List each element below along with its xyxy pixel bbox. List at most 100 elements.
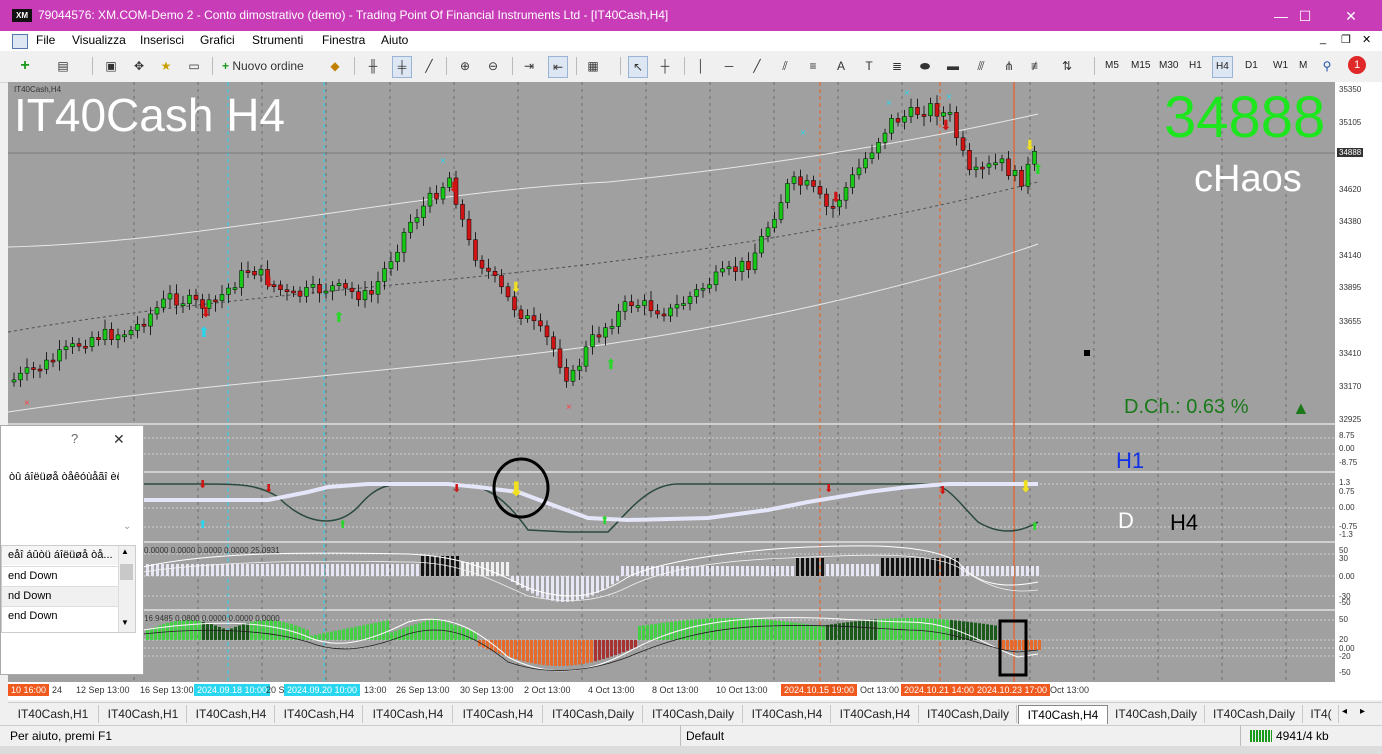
- menu-grafici[interactable]: Grafici: [200, 33, 235, 47]
- notification-badge[interactable]: 1: [1348, 56, 1366, 74]
- price-scale[interactable]: 35350 35105 34888 34620 34380 34140 3389…: [1335, 82, 1382, 682]
- list-scrollbar[interactable]: ▲ ▼: [118, 546, 135, 632]
- scroll-down-icon[interactable]: ▼: [121, 618, 129, 627]
- market-watch-icon[interactable]: ▣: [102, 56, 120, 76]
- horizontal-line-icon[interactable]: ─: [720, 56, 738, 76]
- osc1-bar: [711, 566, 714, 576]
- menu-aiuto[interactable]: Aiuto: [381, 33, 408, 47]
- dialog-close-icon[interactable]: ✕: [113, 431, 125, 448]
- search-icon[interactable]: ⚲: [1318, 56, 1336, 76]
- menu-visualizza[interactable]: Visualizza: [72, 33, 126, 47]
- chart-shift-icon[interactable]: ⇤: [548, 56, 568, 78]
- arrows-icon[interactable]: ⇅: [1058, 56, 1076, 76]
- zoom-in-icon[interactable]: ⊕: [456, 56, 474, 76]
- equidistant-channel-icon[interactable]: ⫽: [776, 56, 794, 76]
- fibonacci-icon[interactable]: ≡: [804, 56, 822, 76]
- indicator-dialog[interactable]: ? ✕ òû áîëüøå òåêóùåãî èë ⌄ eåî áûòü áîë…: [0, 425, 144, 675]
- profiles-icon[interactable]: ▤: [54, 56, 72, 76]
- templates-icon[interactable]: ▦: [584, 56, 602, 76]
- vertical-line-icon[interactable]: │: [692, 56, 710, 76]
- osc1-bar: [1016, 566, 1019, 576]
- fibo-expansion-icon[interactable]: ≢: [1028, 56, 1046, 76]
- pitchfork-icon[interactable]: ⋔: [1000, 56, 1018, 76]
- timeframe-d1[interactable]: D1: [1242, 56, 1261, 76]
- chart-tab[interactable]: IT40Cash,H4: [188, 705, 275, 723]
- fibo-fan-icon[interactable]: ≣: [888, 56, 906, 76]
- chart-tab[interactable]: IT40Cash,H4: [744, 705, 831, 723]
- chart-tab[interactable]: IT40Cash,Daily: [1108, 705, 1205, 723]
- scroll-down-icon[interactable]: ⌄: [123, 521, 131, 532]
- menu-finestra[interactable]: Finestra: [322, 33, 365, 47]
- tab-scroll-right-icon[interactable]: ▸: [1360, 706, 1365, 717]
- autoscroll-icon[interactable]: ⇥: [520, 56, 538, 76]
- chart-tab[interactable]: IT40Cash,Daily: [1206, 705, 1303, 723]
- chart-tab-active[interactable]: IT40Cash,H4: [1018, 705, 1108, 724]
- zoom-out-icon[interactable]: ⊖: [484, 56, 502, 76]
- trendline-icon[interactable]: ╱: [748, 56, 766, 76]
- timeframe-m30[interactable]: M30: [1156, 56, 1181, 76]
- new-chart-icon[interactable]: +: [16, 56, 34, 76]
- candle-body: [336, 283, 342, 286]
- chart-tab[interactable]: IT40Cash,H4: [454, 705, 543, 723]
- timeframe-h4[interactable]: H4: [1212, 56, 1233, 78]
- osc2-bar: [266, 620, 269, 640]
- chart-area[interactable]: ⬆ ⬇ ⬇ ⬆ ⬇ ⬇ ⬆ ⬇ ⬇ ⬇ ⬆ × × × × × × × ⬇ ⬇ …: [8, 82, 1335, 682]
- bar-chart-icon[interactable]: ╫: [364, 56, 382, 76]
- time-scale[interactable]: 10 16:00 24 12 Sep 13:00 16 Sep 13:00 20…: [8, 682, 1382, 700]
- ellipse-icon[interactable]: ⬬: [916, 56, 934, 76]
- timeframe-h1[interactable]: H1: [1186, 56, 1205, 76]
- chart-tab[interactable]: IT40Cash,Daily: [544, 705, 643, 723]
- document-icon[interactable]: [12, 34, 28, 49]
- navigator-icon[interactable]: ✥: [130, 56, 148, 76]
- candle-body: [902, 116, 907, 123]
- maximize-button[interactable]: ☐: [1290, 6, 1320, 26]
- timeframe-w1[interactable]: W1: [1270, 56, 1291, 76]
- h1-label: H1: [1116, 448, 1145, 473]
- help-icon[interactable]: ?: [71, 431, 78, 446]
- close-button[interactable]: ✕: [1336, 6, 1366, 26]
- candle-body: [187, 294, 192, 304]
- menu-inserisci[interactable]: Inserisci: [140, 33, 184, 47]
- osc1-bar: [846, 564, 849, 576]
- list-item[interactable]: end Down: [2, 566, 126, 586]
- osc2-bar: [766, 619, 769, 640]
- mdi-restore-icon[interactable]: ❐: [1341, 33, 1351, 46]
- line-chart-icon[interactable]: ╱: [420, 56, 438, 76]
- timeframe-m15[interactable]: M15: [1128, 56, 1153, 76]
- scroll-thumb[interactable]: [120, 564, 133, 580]
- list-item[interactable]: end Down: [2, 606, 126, 626]
- text-label-icon[interactable]: T: [860, 56, 878, 76]
- menu-strumenti[interactable]: Strumenti: [252, 33, 303, 47]
- scroll-up-icon[interactable]: ▲: [121, 547, 129, 556]
- menu-file[interactable]: File: [36, 33, 55, 47]
- chart-tab[interactable]: IT40Cash,H1: [100, 705, 187, 723]
- new-order-button[interactable]: + Nuovo ordine: [222, 56, 322, 76]
- terminal-icon[interactable]: ▭: [185, 56, 203, 76]
- list-header[interactable]: eåî áûòü áîëüøå òå...: [2, 546, 126, 565]
- tab-scroll-left-icon[interactable]: ◂: [1342, 706, 1347, 717]
- mdi-close-icon[interactable]: ✕: [1362, 33, 1371, 46]
- osc2-bar: [598, 640, 601, 661]
- chart-tab[interactable]: IT4(: [1304, 705, 1339, 723]
- svg-text:⬇: ⬇: [264, 482, 273, 495]
- list-item[interactable]: nd Down: [2, 586, 126, 606]
- chart-canvas[interactable]: ⬆ ⬇ ⬇ ⬆ ⬇ ⬇ ⬆ ⬇ ⬇ ⬇ ⬆ × × × × × × × ⬇ ⬇ …: [8, 82, 1335, 682]
- chart-tab[interactable]: IT40Cash,H4: [832, 705, 919, 723]
- data-window-icon[interactable]: ★: [157, 56, 175, 76]
- timeframe-m5[interactable]: M5: [1102, 56, 1122, 76]
- chart-tab[interactable]: IT40Cash,H1: [8, 705, 99, 723]
- cursor-icon[interactable]: ↖: [628, 56, 648, 78]
- candlestick-icon[interactable]: ╪: [392, 56, 412, 78]
- crosshair-icon[interactable]: ┼: [656, 56, 674, 76]
- osc2-bar: [214, 625, 217, 640]
- chart-tab[interactable]: IT40Cash,Daily: [644, 705, 743, 723]
- channel-icon[interactable]: ⫻: [972, 56, 990, 76]
- chart-tab[interactable]: IT40Cash,H4: [276, 705, 363, 723]
- autotrading-icon[interactable]: ◆: [326, 56, 344, 76]
- text-icon[interactable]: A: [832, 56, 850, 76]
- timeframe-mn[interactable]: M: [1296, 56, 1310, 76]
- chart-tab[interactable]: IT40Cash,H4: [364, 705, 453, 723]
- rectangle-icon[interactable]: ▬: [944, 56, 962, 76]
- chart-tab[interactable]: IT40Cash,Daily: [920, 705, 1017, 723]
- mdi-minimize-icon[interactable]: _: [1320, 33, 1326, 45]
